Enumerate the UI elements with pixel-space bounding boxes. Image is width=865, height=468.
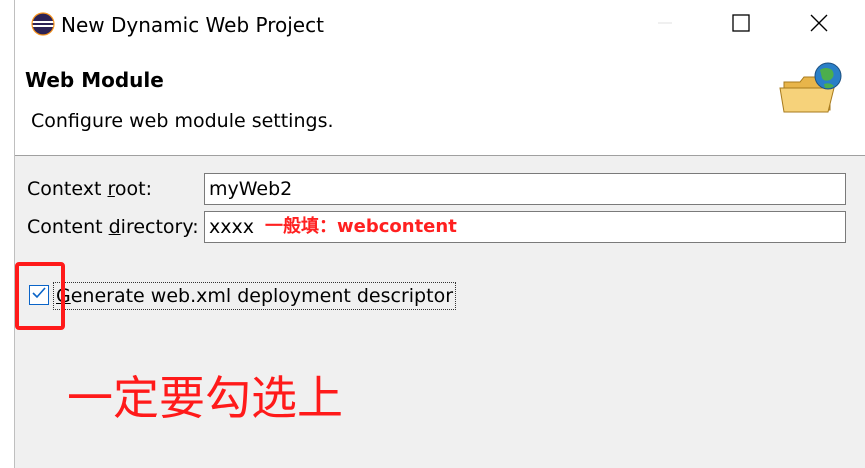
- minimize-icon: [657, 15, 673, 36]
- context-root-mnemonic: r: [107, 178, 115, 200]
- maximize-button[interactable]: [712, 0, 770, 50]
- close-icon: [810, 14, 828, 37]
- folder-globe-icon: [778, 60, 848, 120]
- generate-xml-label[interactable]: Generate web.xml deployment descriptor: [53, 282, 457, 310]
- content-directory-label-rest: irectory:: [120, 216, 199, 238]
- context-root-label: Context root:: [27, 176, 152, 202]
- content-directory-label-text: Content: [27, 216, 109, 238]
- context-root-input[interactable]: myWeb2: [204, 173, 846, 205]
- page-description: Configure web module settings.: [31, 110, 334, 132]
- page-title: Web Module: [25, 68, 164, 92]
- dialog-window: New Dynamic Web Project Web Module Confi…: [14, 0, 865, 468]
- context-root-label-text: Context: [27, 178, 108, 200]
- content-directory-mnemonic: d: [108, 216, 121, 238]
- inline-hint-annotation: 一般填：webcontent: [265, 216, 457, 237]
- window-title: New Dynamic Web Project: [61, 13, 324, 37]
- maximize-icon: [732, 13, 750, 37]
- close-button[interactable]: [790, 0, 848, 50]
- highlight-box: [15, 262, 65, 330]
- content-directory-label: Content directory:: [27, 214, 199, 240]
- title-bar: New Dynamic Web Project: [15, 0, 865, 50]
- minimize-button[interactable]: [636, 0, 694, 50]
- big-note-annotation: 一定要勾选上: [67, 371, 343, 425]
- eclipse-icon: [31, 12, 55, 36]
- wizard-header: Web Module Configure web module settings…: [15, 50, 865, 156]
- context-root-label-rest: oot:: [114, 178, 152, 200]
- generate-xml-label-text: enerate web.xml deployment descriptor: [70, 285, 454, 307]
